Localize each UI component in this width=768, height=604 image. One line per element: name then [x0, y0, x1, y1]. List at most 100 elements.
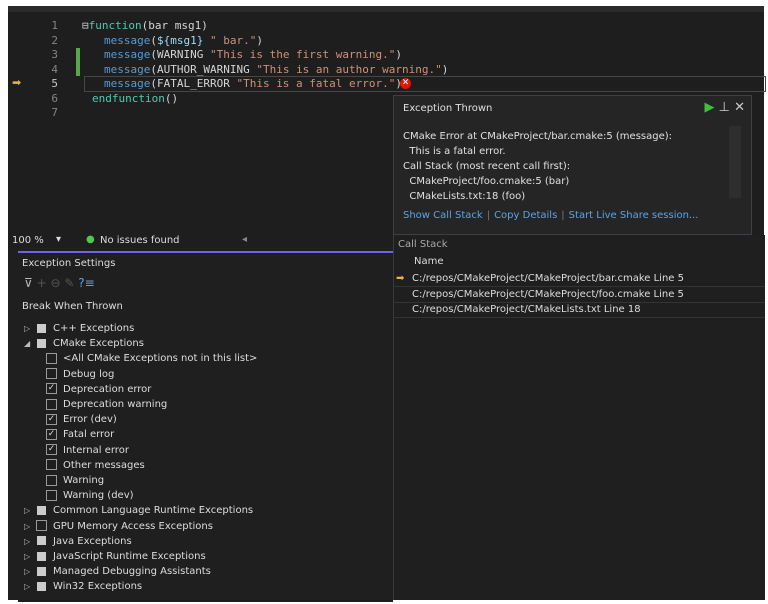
exception-item[interactable]: Other messages	[46, 458, 145, 473]
checkbox[interactable]	[46, 459, 57, 471]
frame-name: C:/repos/CMakeProject/CMakeProject/bar.c…	[412, 273, 684, 284]
column-header-name[interactable]: Name	[414, 254, 444, 269]
exception-item[interactable]: ▷ C++ Exceptions	[24, 321, 134, 336]
exception-label: Error (dev)	[63, 414, 117, 426]
expander-icon[interactable]: ▷	[24, 549, 36, 564]
remove-icon[interactable]: ⊖	[51, 276, 61, 290]
error-icon[interactable]: ✕	[400, 78, 411, 89]
checkbox[interactable]: ✓	[46, 428, 57, 440]
edit-icon[interactable]: ✎	[64, 276, 74, 290]
checkbox[interactable]	[36, 520, 47, 532]
checkbox[interactable]	[37, 551, 46, 561]
checkbox[interactable]	[46, 352, 57, 364]
checkbox[interactable]	[37, 338, 46, 348]
checkbox[interactable]: ✓	[46, 413, 57, 425]
exception-label: Common Language Runtime Exceptions	[53, 505, 254, 517]
exception-item[interactable]: ▷ Common Language Runtime Exceptions	[24, 503, 253, 518]
code-line: ⊟function(bar msg1)	[82, 19, 208, 32]
line-number: 3	[51, 48, 58, 61]
checkbox[interactable]	[46, 368, 57, 380]
column-header: Break When Thrown	[22, 301, 123, 312]
exception-item[interactable]: ▷ Managed Debugging Assistants	[24, 564, 211, 579]
check-circle-icon: ●	[86, 234, 95, 245]
exception-label: Java Exceptions	[53, 535, 132, 547]
exception-item[interactable]: Deprecation warning	[46, 397, 167, 412]
add-icon[interactable]: +	[37, 276, 47, 290]
expander-icon[interactable]: ▷	[24, 321, 36, 336]
expander-icon[interactable]: ▷	[24, 579, 36, 594]
checkbox[interactable]	[46, 489, 57, 501]
checkbox[interactable]: ✓	[46, 383, 57, 395]
exception-item[interactable]: ✓ Fatal error	[46, 427, 114, 442]
exception-item[interactable]: ✓ Error (dev)	[46, 412, 117, 427]
frame-name: C:/repos/CMakeProject/CMakeLists.txt Lin…	[412, 304, 641, 315]
checkbox[interactable]	[37, 581, 46, 591]
exception-item[interactable]: ▷ GPU Memory Access Exceptions	[24, 519, 213, 534]
exception-item[interactable]: ▷ Win32 Exceptions	[24, 579, 142, 594]
line-number: 4	[51, 63, 58, 76]
expander-icon[interactable]: ▷	[24, 519, 36, 534]
scroll-left-icon[interactable]: ◂	[242, 234, 247, 245]
expander-icon[interactable]: ▷	[24, 564, 36, 579]
checkbox[interactable]	[37, 505, 46, 515]
checkbox[interactable]: ✓	[46, 444, 57, 456]
exception-label: <All CMake Exceptions not in this list>	[63, 353, 258, 365]
exception-item[interactable]: ▷ JavaScript Runtime Exceptions	[24, 549, 206, 564]
exception-label: Warning	[63, 475, 105, 486]
expander-icon[interactable]: ▷	[24, 534, 36, 549]
exception-label: Other messages	[63, 459, 145, 471]
live-share-link[interactable]: Start Live Share session...	[569, 210, 699, 221]
copy-details-link[interactable]: Copy Details	[494, 210, 557, 221]
exception-label: JavaScript Runtime Exceptions	[53, 551, 206, 562]
line-number: 5	[51, 77, 58, 90]
show-call-stack-link[interactable]: Show Call Stack	[403, 210, 483, 221]
current-frame-arrow-icon: ➡	[396, 273, 405, 284]
exception-item[interactable]: ◢ CMake Exceptions	[24, 336, 144, 351]
exception-item[interactable]: ▷ Java Exceptions	[24, 534, 132, 549]
checkbox[interactable]	[37, 536, 46, 546]
continue-icon[interactable]: ▶	[704, 100, 714, 115]
exception-label: Warning (dev)	[63, 490, 134, 502]
exception-label: GPU Memory Access Exceptions	[53, 520, 213, 532]
code-line: message(${msg1} " bar.")	[104, 34, 263, 47]
expander-icon[interactable]: ◢	[24, 336, 36, 351]
code-line: endfunction()	[92, 92, 179, 105]
exception-item[interactable]: Warning	[46, 473, 104, 488]
chevron-down-icon[interactable]: ▾	[56, 234, 61, 245]
filter-icon[interactable]: ⊽	[24, 276, 33, 290]
exception-item[interactable]: <All CMake Exceptions not in this list>	[46, 351, 257, 366]
line-number: 1	[51, 19, 58, 32]
checkbox[interactable]	[46, 474, 57, 486]
call-stack-row[interactable]: C:/repos/CMakeProject/CMakeLists.txt Lin…	[394, 302, 765, 318]
panel-title: Exception Settings	[22, 258, 116, 269]
exception-message: CMake Error at CMakeProject/bar.cmake:5 …	[403, 131, 673, 202]
zoom-dropdown[interactable]: 100 %	[12, 235, 44, 246]
exception-item[interactable]: ✓ Deprecation error	[46, 382, 151, 397]
exception-label: Internal error	[63, 444, 129, 456]
collapse-icon[interactable]: ⊟	[82, 19, 89, 32]
code-line: message(AUTHOR_WARNING "This is an autho…	[104, 63, 449, 76]
popup-scrollbar[interactable]	[729, 126, 741, 198]
exception-label: Deprecation warning	[63, 399, 168, 410]
call-stack-panel: Call Stack Name ➡ C:/repos/CMakeProject/C…	[393, 235, 765, 600]
expander-icon[interactable]: ▷	[24, 503, 36, 518]
exception-item[interactable]: Debug log	[46, 367, 114, 382]
exception-label: Win32 Exceptions	[53, 581, 143, 593]
popup-title: Exception Thrown	[403, 103, 493, 114]
restore-defaults-icon[interactable]: ?≡	[78, 276, 94, 290]
exception-item[interactable]: Warning (dev)	[46, 488, 134, 503]
call-stack-row[interactable]: C:/repos/CMakeProject/CMakeProject/foo.c…	[394, 287, 765, 303]
checkbox[interactable]	[37, 323, 46, 333]
checkbox[interactable]	[46, 398, 57, 410]
exception-label: Deprecation error	[63, 383, 152, 395]
close-icon[interactable]: ✕	[734, 100, 745, 115]
exception-settings-panel: Exception Settings ⊽ + ⊖ ✎ ?≡ Break When…	[18, 251, 393, 602]
issues-status[interactable]: No issues found	[100, 235, 180, 246]
pin-icon[interactable]: ⊥	[719, 100, 730, 115]
toolbar: ⊽ + ⊖ ✎ ?≡	[24, 276, 95, 291]
checkbox[interactable]	[37, 566, 46, 576]
exception-label: Managed Debugging Assistants	[53, 566, 211, 578]
call-stack-row[interactable]: ➡ C:/repos/CMakeProject/CMakeProject/bar.…	[394, 271, 765, 287]
exception-label: Debug log	[63, 368, 115, 380]
exception-item[interactable]: ✓ Internal error	[46, 443, 129, 458]
